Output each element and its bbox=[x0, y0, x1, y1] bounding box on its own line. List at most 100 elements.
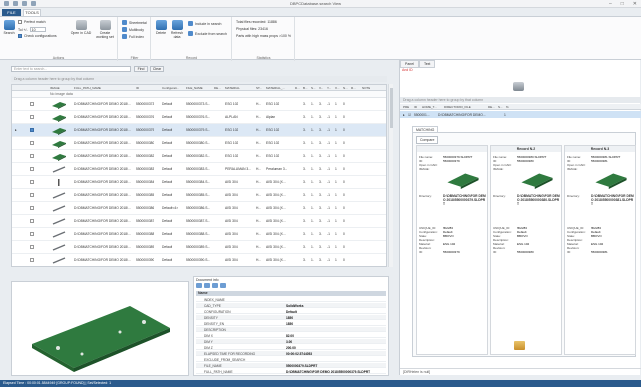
delete-button[interactable]: Delete bbox=[154, 20, 168, 35]
col-header-de[interactable]: DE... bbox=[488, 105, 495, 109]
tolerance-input[interactable]: 10 bbox=[29, 27, 46, 32]
col-header-desc[interactable]: DE... bbox=[214, 86, 221, 90]
find-button[interactable]: Find bbox=[134, 66, 148, 72]
table-row[interactable]: D:\DBMATCHING\FOR DEMO 2018\... 550000038… bbox=[12, 215, 386, 228]
table-row[interactable]: D:\DBMATCHING\FOR DEMO 2018\... 550000038… bbox=[12, 202, 386, 215]
row-checkbox[interactable] bbox=[30, 102, 34, 106]
row-checkbox[interactable] bbox=[30, 115, 34, 119]
col-header-n[interactable]: N... bbox=[343, 86, 348, 90]
property-section-header[interactable]: Name bbox=[196, 291, 386, 296]
col-header-pct[interactable]: % bbox=[506, 105, 509, 109]
row-checkbox[interactable] bbox=[30, 232, 34, 236]
create-working-set-button[interactable]: Create working set bbox=[94, 20, 116, 39]
table-row[interactable]: D:\DBMATCHING\FOR DEMO 2018\... 550000038… bbox=[12, 176, 386, 189]
col-header-note[interactable]: NOTE bbox=[362, 86, 370, 90]
tab-text[interactable]: Text bbox=[418, 60, 436, 68]
property-row[interactable]: DESCRIPTION bbox=[196, 327, 386, 332]
match-record-column[interactable]: Record N.2 File name: 5500000380.SLDPRT ID:… bbox=[490, 145, 562, 355]
table-row[interactable]: D:\DBMATCHING\FOR DEMO 2018\... 550000038… bbox=[12, 137, 386, 150]
grid-scrollbar-thumb[interactable] bbox=[390, 88, 393, 128]
check-configurations-option[interactable]: Check configurations bbox=[18, 34, 57, 38]
grid-icon[interactable] bbox=[220, 283, 226, 288]
table-row[interactable]: D:\DBMATCHING\FOR DEMO 2018\... 550000038… bbox=[12, 228, 386, 241]
property-row[interactable]: DIM Y 3.00 bbox=[196, 339, 386, 344]
property-row[interactable]: DENSITY 1850 bbox=[196, 315, 386, 320]
clear-button[interactable]: Clear bbox=[150, 66, 164, 72]
row-checkbox[interactable] bbox=[30, 206, 34, 210]
file-tab[interactable]: FILE bbox=[2, 9, 21, 16]
match-group-by-panel[interactable]: Drag a column header here to group by th… bbox=[400, 97, 641, 103]
property-row[interactable]: DIM X 82.00 bbox=[196, 333, 386, 338]
include-in-search-button[interactable]: Include in search bbox=[188, 21, 221, 26]
col-header-b[interactable]: B... bbox=[303, 86, 308, 90]
sort-icon[interactable] bbox=[196, 283, 202, 288]
property-row[interactable]: FILE_NAME 5500000379.SLDPRT bbox=[196, 363, 386, 368]
col-header-home[interactable]: HOME_T... bbox=[422, 105, 437, 109]
property-row[interactable]: CONFIGURATION Default bbox=[196, 309, 386, 314]
folder-icon[interactable] bbox=[514, 341, 525, 350]
match-row-selected[interactable]: ▸ ☑ 5500001... D:\DBMATCHING\FOR DEMO...… bbox=[400, 111, 641, 118]
filter-row[interactable]: No image data bbox=[12, 91, 386, 98]
row-checkbox[interactable] bbox=[30, 193, 34, 197]
save-icon[interactable] bbox=[4, 1, 9, 6]
property-row[interactable]: EXCLUDE_FROM_SEARCH bbox=[196, 357, 386, 362]
row-checkbox[interactable] bbox=[30, 154, 34, 158]
col-header-filename[interactable]: FILE_NAME bbox=[186, 86, 203, 90]
multibody-filter[interactable]: Multibody bbox=[122, 27, 144, 32]
col-header-match-id[interactable]: ID bbox=[414, 105, 417, 109]
col-header-pre[interactable]: PRE bbox=[403, 105, 409, 109]
table-row[interactable]: D:\DBMATCHING\FOR DEMO 2018\... 550000039… bbox=[12, 254, 386, 266]
property-row[interactable]: ELAPSED TIME FOR RECORDING 00:00:02.57440… bbox=[196, 351, 386, 356]
col-header-s[interactable]: S... bbox=[311, 86, 316, 90]
row-checkbox[interactable] bbox=[30, 258, 34, 262]
col-header-v[interactable]: V... bbox=[319, 86, 323, 90]
property-row[interactable]: DENSITY_EN 1850 bbox=[196, 321, 386, 326]
tools-tab[interactable]: TOOLS bbox=[23, 9, 41, 16]
table-row[interactable]: D:\DBMATCHING\FOR DEMO 2018\... 550000038… bbox=[12, 150, 386, 163]
3d-preview-panel[interactable] bbox=[11, 281, 189, 376]
row-checkbox[interactable] bbox=[30, 245, 34, 249]
col-header-image[interactable]: IMAGE bbox=[50, 86, 60, 90]
col-header-x[interactable]: X... bbox=[335, 86, 340, 90]
property-row[interactable]: FULL_PATH_NAME D:\DBMATCHING\FOR DEMO 201… bbox=[196, 369, 386, 374]
match-tool-icon[interactable] bbox=[513, 82, 524, 91]
match-row-checkbox[interactable]: ☑ bbox=[408, 113, 411, 117]
table-row[interactable]: D:\DBMATCHING\FOR DEMO 2018\... 550000037… bbox=[12, 111, 386, 124]
minimize-button[interactable]: – bbox=[609, 1, 612, 7]
table-row[interactable]: D:\DBMATCHING\FOR DEMO 2018\... 550000038… bbox=[12, 163, 386, 176]
refresh-data-button[interactable]: Refresh data bbox=[169, 20, 185, 39]
col-header-st[interactable]: ST... bbox=[256, 86, 262, 90]
col-header-y[interactable]: Y... bbox=[327, 86, 331, 90]
table-row[interactable]: D:\DBMATCHING\FOR DEMO 2018\... 550000038… bbox=[12, 189, 386, 202]
col-header-path[interactable]: FULL_PATH_NAME bbox=[74, 86, 101, 90]
col-header-d[interactable]: D... bbox=[295, 86, 300, 90]
match-record-column[interactable]: File name: 5500000379.SLDPRT ID: 5500000379… bbox=[416, 145, 488, 355]
perfect-match-checkbox[interactable] bbox=[18, 20, 22, 24]
table-row[interactable]: D:\DBMATCHING\FOR DEMO 2018\... 550000038… bbox=[12, 241, 386, 254]
property-row[interactable]: INDEX_NAME bbox=[196, 297, 386, 302]
search-input[interactable]: Enter text to search... bbox=[11, 66, 131, 72]
search-button[interactable]: Search bbox=[3, 20, 15, 35]
exclude-from-search-button[interactable]: Exclude from search bbox=[188, 31, 227, 36]
perfect-match-option[interactable]: Perfect match bbox=[18, 20, 46, 24]
filter-icon[interactable] bbox=[204, 283, 210, 288]
col-header-config[interactable]: Configurati... bbox=[162, 86, 179, 90]
row-checkbox[interactable] bbox=[30, 180, 34, 184]
check-configurations-checkbox[interactable] bbox=[18, 34, 22, 38]
row-checkbox[interactable] bbox=[30, 128, 34, 132]
row-checkbox[interactable] bbox=[30, 167, 34, 171]
expand-arrow-icon[interactable]: ▸ bbox=[403, 113, 405, 117]
col-header-r[interactable]: R... bbox=[351, 86, 356, 90]
full-index-filter[interactable]: Full index bbox=[122, 34, 144, 39]
compare-button[interactable]: Compare bbox=[416, 136, 439, 144]
sheetmetal-filter[interactable]: Sheetmetal bbox=[122, 20, 147, 25]
col-header-id[interactable]: ID bbox=[136, 86, 139, 90]
property-row[interactable]: DIM Z 200.00 bbox=[196, 345, 386, 350]
maximize-button[interactable]: □ bbox=[621, 1, 624, 7]
grid-scrollbar[interactable] bbox=[388, 84, 393, 267]
col-header-material2[interactable]: MATERIAL_... bbox=[266, 86, 285, 90]
table-row[interactable]: ▸ D:\DBMATCHING\FOR DEMO 2018\... 55000003… bbox=[12, 124, 386, 137]
row-checkbox[interactable] bbox=[30, 219, 34, 223]
settings-icon[interactable] bbox=[31, 1, 36, 6]
expand-icon[interactable] bbox=[212, 283, 218, 288]
